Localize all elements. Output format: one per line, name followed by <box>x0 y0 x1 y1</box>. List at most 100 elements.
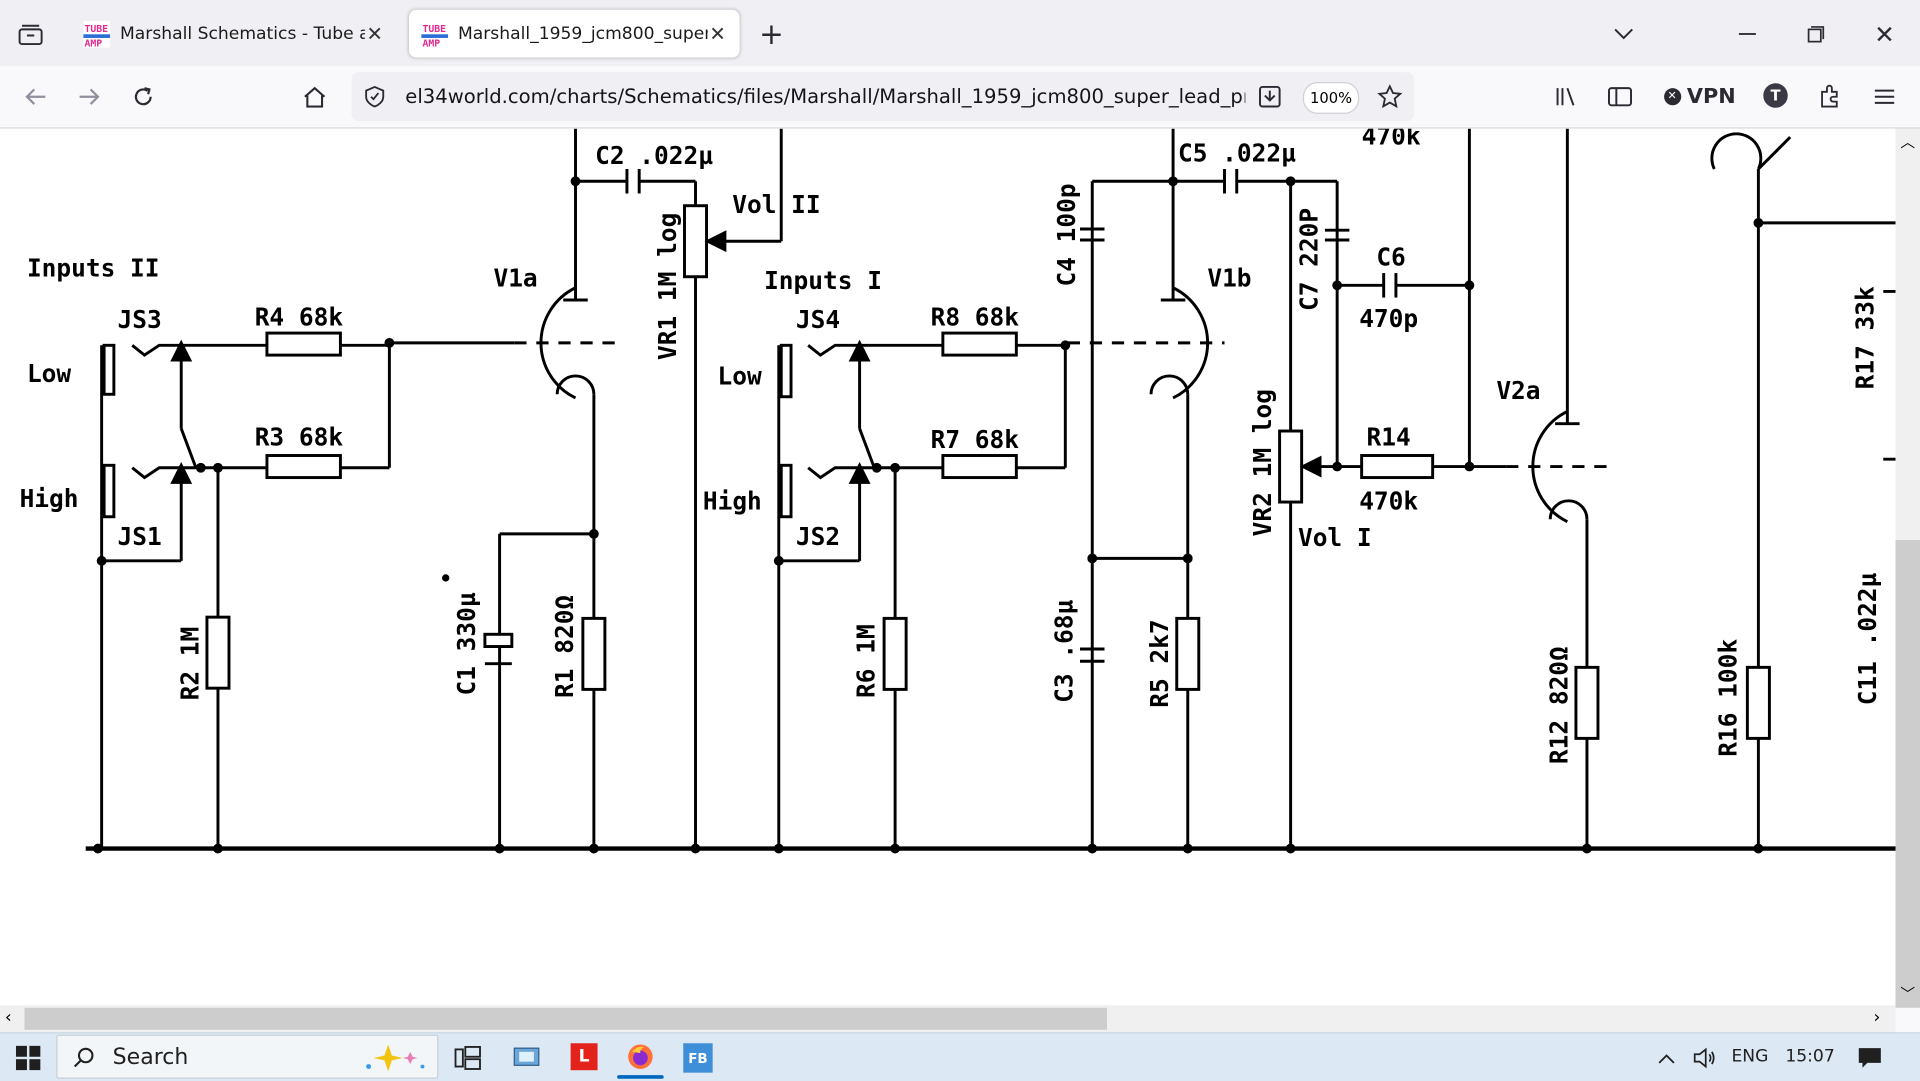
label-c3: C3 .68µ <box>1050 599 1079 702</box>
label-r12: R12 820Ω <box>1544 646 1573 764</box>
label-c4: C4 100p <box>1052 183 1081 286</box>
firefox-active-indicator <box>617 1075 664 1079</box>
label-r17: R17 33k <box>1850 286 1879 389</box>
vertical-scrollbar[interactable]: ︿ ﹀ <box>1895 128 1920 1008</box>
label-r5: R5 2k7 <box>1145 619 1174 707</box>
sidebar-toggle-icon[interactable] <box>1604 81 1636 113</box>
close-tab-icon[interactable]: ✕ <box>365 22 385 45</box>
home-icon[interactable] <box>299 81 331 113</box>
label-c2: C2 .022µ <box>595 141 713 170</box>
account-avatar[interactable]: T <box>1763 83 1788 108</box>
label-r7: R7 68k <box>931 425 1020 454</box>
new-tab-icon[interactable]: + <box>754 17 788 51</box>
label-vol-ii: Vol II <box>732 190 820 219</box>
notification-center-icon[interactable] <box>1854 1043 1886 1072</box>
label-c7: C7 220P <box>1295 208 1324 311</box>
label-r16: R16 100k <box>1713 639 1742 757</box>
label-js1: JS1 <box>118 522 162 551</box>
taskbar-search-placeholder: Search <box>112 1044 189 1071</box>
label-c6: C6 <box>1376 243 1405 272</box>
show-hidden-icons-chevron-icon[interactable] <box>1653 1043 1680 1072</box>
svg-text:AMP: AMP <box>422 38 440 47</box>
tab-marshall-1959-pdf[interactable]: TUBE AMP Marshall_1959_jcm800_super_le ✕ <box>408 9 740 58</box>
tab-title: Marshall_1959_jcm800_super_le <box>457 23 708 44</box>
task-view-icon[interactable] <box>451 1042 485 1074</box>
label-c5: C5 .022µ <box>1178 139 1296 168</box>
svg-text:TUBE: TUBE <box>422 23 446 34</box>
label-c1: C1 330µ <box>452 592 481 695</box>
pdf-viewer-content[interactable]: Inputs II JS3 Low High JS1 R4 68k R3 68k… <box>0 128 1896 1006</box>
label-r3: R3 68k <box>255 423 344 452</box>
forward-arrow-icon[interactable] <box>73 81 105 113</box>
extensions-puzzle-icon[interactable] <box>1815 81 1847 113</box>
tab-marshall-schematics[interactable]: TUBE AMP Marshall Schematics - Tube amp ✕ <box>71 10 397 58</box>
tube-amp-favicon-icon: TUBE AMP <box>421 20 449 48</box>
windows-start-icon[interactable] <box>12 1042 44 1074</box>
vpn-button[interactable]: ✕ VPN <box>1660 81 1738 113</box>
library-icon[interactable] <box>1550 81 1582 113</box>
restore-icon[interactable] <box>1798 18 1835 50</box>
scroll-right-arrow-icon[interactable]: › <box>1873 1008 1880 1028</box>
input-language-indicator[interactable]: ENG <box>1731 1047 1768 1067</box>
schematic-drawing: Inputs II JS3 Low High JS1 R4 68k R3 68k… <box>20 128 1896 854</box>
hamburger-menu-icon[interactable] <box>1869 81 1901 113</box>
label-high-i: High <box>703 486 762 515</box>
tracking-protection-shield-icon[interactable] <box>360 81 389 113</box>
svg-text:AMP: AMP <box>84 38 102 47</box>
url-text[interactable]: el34world.com/charts/Schematics/files/Ma… <box>405 83 1245 110</box>
label-c6-value: 470p <box>1359 304 1418 333</box>
speaker-volume-icon[interactable] <box>1690 1043 1719 1072</box>
scroll-left-arrow-icon[interactable]: ‹ <box>5 1008 12 1028</box>
reload-icon[interactable] <box>127 81 159 113</box>
label-js4: JS4 <box>796 305 840 334</box>
label-r2: R2 1M <box>175 627 204 701</box>
label-r1: R1 820Ω <box>550 595 579 698</box>
label-js3: JS3 <box>118 305 162 334</box>
bookmark-star-icon[interactable] <box>1374 81 1406 113</box>
label-vr1: VR1 1M log <box>653 213 682 360</box>
copilot-sparkle-icon[interactable] <box>360 1041 429 1075</box>
label-r4: R4 68k <box>255 303 344 332</box>
list-all-tabs-chevron-icon[interactable] <box>1607 18 1641 50</box>
scroll-down-arrow-icon[interactable]: ﹀ <box>1900 983 1915 1004</box>
taskbar-clock[interactable]: 15:07 <box>1785 1047 1834 1067</box>
scroll-up-arrow-icon[interactable]: ︿ <box>1900 131 1915 152</box>
vpn-status-icon: ✕ <box>1663 88 1681 106</box>
label-v1a: V1a <box>493 264 537 293</box>
label-js2: JS2 <box>796 522 840 551</box>
label-r14-value: 470k <box>1359 486 1418 515</box>
close-tab-icon[interactable]: ✕ <box>708 22 728 45</box>
label-inputs-i: Inputs I <box>764 266 882 295</box>
label-r6: R6 1M <box>851 624 880 698</box>
label-top-470k: 470k <box>1362 129 1421 151</box>
label-high-ii: High <box>20 484 79 513</box>
label-r14: R14 <box>1367 423 1411 452</box>
label-vol-i: Vol I <box>1298 523 1372 552</box>
label-inputs-ii: Inputs II <box>27 254 160 283</box>
fb-app-icon[interactable]: FB <box>683 1043 713 1073</box>
tube-amp-favicon-icon: TUBE AMP <box>83 20 111 48</box>
label-low-ii: Low <box>27 359 71 388</box>
firefox-icon[interactable] <box>624 1041 656 1073</box>
back-arrow-icon[interactable] <box>20 81 52 113</box>
zoom-level-badge[interactable]: 100% <box>1302 82 1360 114</box>
close-window-icon[interactable]: ✕ <box>1866 18 1903 50</box>
vpn-label: VPN <box>1686 84 1736 109</box>
label-v1b: V1b <box>1207 264 1251 293</box>
remote-desktop-icon[interactable] <box>509 1042 543 1074</box>
horizontal-scrollbar[interactable]: ‹ › <box>0 1005 1896 1033</box>
label-c11: C11 .022µ <box>1853 572 1882 705</box>
horizontal-scroll-thumb[interactable] <box>24 1007 1107 1030</box>
minimize-icon[interactable] <box>1729 18 1766 50</box>
label-r8: R8 68k <box>931 303 1020 332</box>
tab-overview-icon[interactable] <box>15 20 47 49</box>
svg-text:TUBE: TUBE <box>84 23 108 34</box>
label-vr2: VR2 1M log <box>1248 389 1277 536</box>
download-pdf-icon[interactable] <box>1254 81 1286 113</box>
label-low-i: Low <box>718 361 762 390</box>
vertical-scroll-thumb[interactable] <box>1895 540 1920 1008</box>
search-icon <box>69 1042 101 1074</box>
l-app-icon[interactable]: L <box>570 1043 598 1071</box>
tab-title: Marshall Schematics - Tube amp <box>120 23 365 44</box>
label-v2a: V2a <box>1496 376 1540 405</box>
